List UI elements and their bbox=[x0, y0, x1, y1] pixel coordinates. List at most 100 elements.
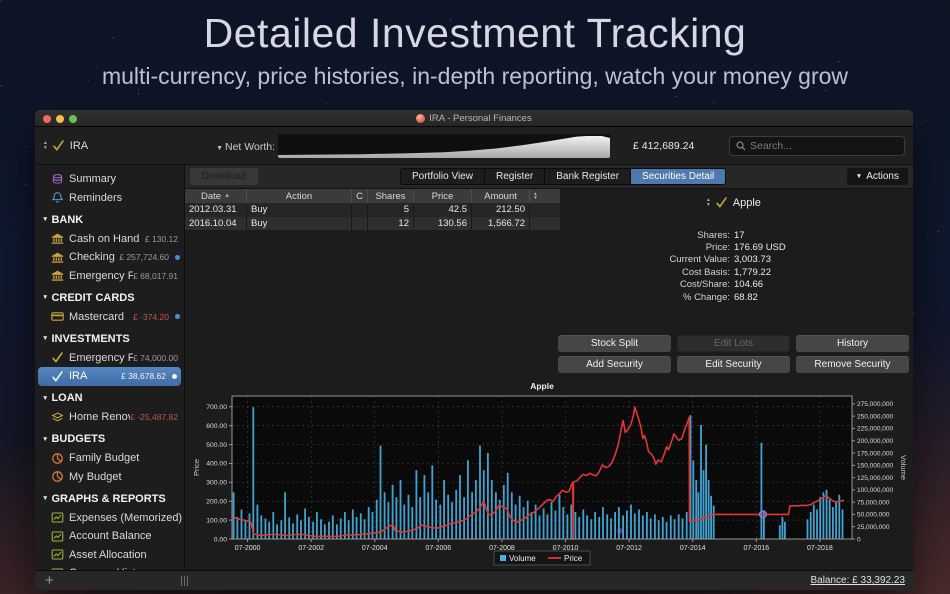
coins-icon bbox=[51, 173, 64, 186]
sidebar-item-mastercard[interactable]: Mastercard£ -374.20 bbox=[35, 308, 184, 327]
column-header-shares[interactable]: Shares bbox=[368, 189, 414, 203]
table-header: Date▲ActionCSharesPriceAmount▴▾ bbox=[185, 189, 560, 203]
networth-label[interactable]: ▼Net Worth: bbox=[181, 141, 275, 153]
section-label: GRAPHS & REPORTS bbox=[51, 493, 165, 505]
sidebar-section-credit-cards[interactable]: ▼CREDIT CARDS bbox=[35, 288, 184, 308]
column-header-c[interactable]: C bbox=[352, 189, 368, 203]
account-name: IRA bbox=[70, 140, 88, 152]
svg-text:100.00: 100.00 bbox=[206, 517, 227, 524]
add-account-button[interactable]: + bbox=[45, 572, 54, 589]
check-icon bbox=[51, 351, 64, 364]
column-header-action[interactable]: Action bbox=[247, 189, 352, 203]
detail-value: 104.66 bbox=[734, 279, 763, 290]
svg-text:07-2012: 07-2012 bbox=[616, 545, 642, 552]
svg-text:0.00: 0.00 bbox=[214, 536, 227, 543]
add-security-button[interactable]: Add Security bbox=[558, 356, 671, 373]
column-options-icon[interactable]: ▴▾ bbox=[530, 189, 560, 203]
detail-cost-basis: Cost Basis:1,779.22 bbox=[625, 266, 865, 278]
svg-text:275,000,000: 275,000,000 bbox=[857, 401, 894, 408]
search-input[interactable] bbox=[750, 140, 898, 152]
detail-label: Cost/Share: bbox=[625, 279, 730, 290]
cell-shares: 5 bbox=[368, 203, 414, 217]
minimize-button[interactable] bbox=[56, 115, 64, 123]
svg-text:200.00: 200.00 bbox=[206, 499, 227, 506]
sidebar-item-family-budget[interactable]: Family Budget bbox=[35, 449, 184, 468]
edit-security-button[interactable]: Edit Security bbox=[677, 356, 790, 373]
cell-price: 130.56 bbox=[414, 217, 472, 231]
detail-current-value: Current Value:3,003.73 bbox=[625, 254, 865, 266]
close-button[interactable] bbox=[43, 115, 51, 123]
disclosure-triangle-icon: ▼ bbox=[42, 436, 48, 443]
sidebar-section-bank[interactable]: ▼BANK bbox=[35, 210, 184, 230]
detail-value: 1,779.22 bbox=[734, 267, 771, 278]
account-selector[interactable]: ▴▾ IRA bbox=[44, 127, 88, 164]
sidebar-section-budgets[interactable]: ▼BUDGETS bbox=[35, 430, 184, 450]
column-header-amount[interactable]: Amount bbox=[472, 189, 530, 203]
cell-shares: 12 bbox=[368, 217, 414, 231]
layers-icon bbox=[51, 411, 64, 424]
account-balance: £ 38,678.62 bbox=[121, 371, 166, 381]
sidebar-item-summary[interactable]: Summary bbox=[35, 170, 184, 189]
security-selector[interactable]: ▴▾ Apple bbox=[707, 196, 761, 209]
disclosure-triangle-icon: ▼ bbox=[42, 294, 48, 301]
svg-text:50,000,000: 50,000,000 bbox=[857, 512, 890, 519]
stock-split-button[interactable]: Stock Split bbox=[558, 335, 671, 352]
hero-subtitle: multi-currency, price histories, in-dept… bbox=[0, 63, 950, 90]
pie-icon bbox=[51, 452, 64, 465]
tab-bank-register[interactable]: Bank Register bbox=[544, 169, 630, 184]
balance-text: Balance: £ 33,392.23 bbox=[810, 575, 905, 586]
networth-sparkline bbox=[278, 134, 610, 158]
svg-text:250,000,000: 250,000,000 bbox=[857, 413, 894, 420]
bank-icon bbox=[51, 232, 64, 245]
svg-text:07-2014: 07-2014 bbox=[680, 545, 706, 552]
sidebar-resize-handle[interactable] bbox=[181, 576, 188, 586]
sidebar-item-checking[interactable]: Checking£ 257,724.60 bbox=[35, 248, 184, 267]
download-button[interactable]: Download bbox=[190, 168, 258, 185]
sidebar-item-home-renova[interactable]: Home Renova...£ -25,487.82 bbox=[35, 408, 184, 427]
detail-value: 17 bbox=[734, 230, 745, 241]
sidebar-item-asset-allocation[interactable]: Asset Allocation bbox=[35, 546, 184, 565]
remove-security-button[interactable]: Remove Security bbox=[796, 356, 909, 373]
tab-register[interactable]: Register bbox=[484, 169, 544, 184]
card-icon bbox=[51, 310, 64, 323]
actions-button[interactable]: ▼ Actions bbox=[847, 168, 908, 185]
sidebar-item-ira[interactable]: IRA£ 38,678.62 bbox=[38, 367, 181, 386]
sidebar-item-cash-on-hand[interactable]: Cash on Hand£ 130.12 bbox=[35, 230, 184, 249]
svg-text:07-2004: 07-2004 bbox=[362, 545, 388, 552]
history-button[interactable]: History bbox=[796, 335, 909, 352]
unread-dot bbox=[175, 314, 180, 319]
cell-action: Buy bbox=[247, 217, 352, 231]
search-field[interactable] bbox=[729, 136, 905, 156]
account-balance: £ -374.20 bbox=[133, 312, 169, 322]
sidebar-item-emergency-fu[interactable]: Emergency Fu...£ 68,017.91 bbox=[35, 267, 184, 286]
sidebar-section-graphs-reports[interactable]: ▼GRAPHS & REPORTS bbox=[35, 489, 184, 509]
sidebar-item-account-balance[interactable]: Account Balance bbox=[35, 527, 184, 546]
sidebar-section-investments[interactable]: ▼INVESTMENTS bbox=[35, 329, 184, 349]
detail-value: 68.82 bbox=[734, 292, 758, 303]
detail-label: Shares: bbox=[625, 230, 730, 241]
tab-securities-detail[interactable]: Securities Detail bbox=[630, 169, 725, 184]
hero-title: Detailed Investment Tracking bbox=[0, 10, 950, 57]
svg-text:175,000,000: 175,000,000 bbox=[857, 450, 894, 457]
svg-text:Volume: Volume bbox=[899, 455, 908, 480]
price-volume-chart: 0.00100.00200.00300.00400.00500.00600.00… bbox=[185, 379, 913, 569]
table-row[interactable]: 2012.03.31Buy542.5212.50 bbox=[185, 203, 560, 217]
detail-label: Price: bbox=[625, 242, 730, 253]
column-header-price[interactable]: Price bbox=[414, 189, 472, 203]
cell-amount: 212.50 bbox=[472, 203, 530, 217]
sidebar-item-my-budget[interactable]: My Budget bbox=[35, 468, 184, 487]
sidebar-section-loan[interactable]: ▼LOAN bbox=[35, 389, 184, 409]
sidebar-item-emergency-fu[interactable]: Emergency Fu...£ 74,000.00 bbox=[35, 349, 184, 368]
tab-portfolio-view[interactable]: Portfolio View bbox=[401, 169, 484, 184]
detail-price: Price:176.69 USD bbox=[625, 241, 865, 253]
table-row[interactable]: 2016.10.04Buy12130.561,566.72 bbox=[185, 217, 560, 231]
edit-lots-button[interactable]: Edit Lots bbox=[677, 335, 790, 352]
sidebar-item-reminders[interactable]: Reminders bbox=[35, 189, 184, 208]
zoom-button[interactable] bbox=[69, 115, 77, 123]
graph-icon bbox=[51, 548, 64, 561]
sidebar-item-expenses-memorized[interactable]: Expenses (Memorized) bbox=[35, 509, 184, 528]
column-header-date[interactable]: Date▲ bbox=[185, 189, 247, 203]
account-balance: £ 130.12 bbox=[145, 234, 178, 244]
svg-text:Price: Price bbox=[192, 459, 201, 476]
svg-text:07-2006: 07-2006 bbox=[425, 545, 451, 552]
